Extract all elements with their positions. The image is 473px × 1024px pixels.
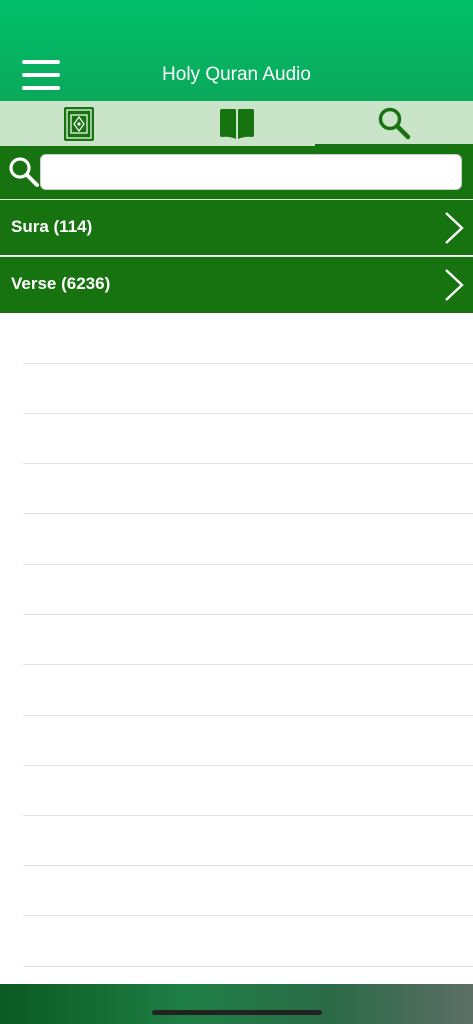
separator [23, 664, 473, 665]
separator [23, 765, 473, 766]
separator [23, 413, 473, 414]
list-item-label: Verse (6236) [11, 274, 111, 293]
search-bar [0, 146, 473, 199]
list-item-label: Sura (114) [11, 217, 93, 236]
separator [23, 865, 473, 866]
separator [23, 915, 473, 916]
tab-search[interactable] [315, 101, 473, 146]
search-icon [8, 156, 40, 188]
app-header: Holy Quran Audio [0, 0, 473, 101]
tab-open-book[interactable] [158, 101, 316, 146]
list-item-verse[interactable]: Verse (6236) [0, 256, 473, 313]
separator [23, 564, 473, 565]
separator [23, 463, 473, 464]
bottom-banner-image [0, 984, 473, 1024]
list-item-sura[interactable]: Sura (114) [0, 199, 473, 255]
open-book-icon [220, 108, 254, 139]
quran-book-icon [64, 106, 94, 141]
separator [23, 815, 473, 816]
tab-quran-book[interactable] [0, 101, 158, 146]
separator [23, 966, 473, 967]
empty-list-area [0, 313, 473, 983]
tab-bar [0, 101, 473, 146]
home-indicator[interactable] [152, 1010, 322, 1015]
separator [23, 715, 473, 716]
chevron-right-icon [445, 269, 464, 301]
search-icon [378, 107, 411, 139]
separator [23, 513, 473, 514]
separator [23, 363, 473, 364]
chevron-right-icon [445, 212, 464, 244]
menu-bar-bottom [22, 86, 60, 90]
separator [23, 614, 473, 615]
search-input[interactable] [40, 154, 462, 190]
page-title: Holy Quran Audio [162, 64, 311, 85]
